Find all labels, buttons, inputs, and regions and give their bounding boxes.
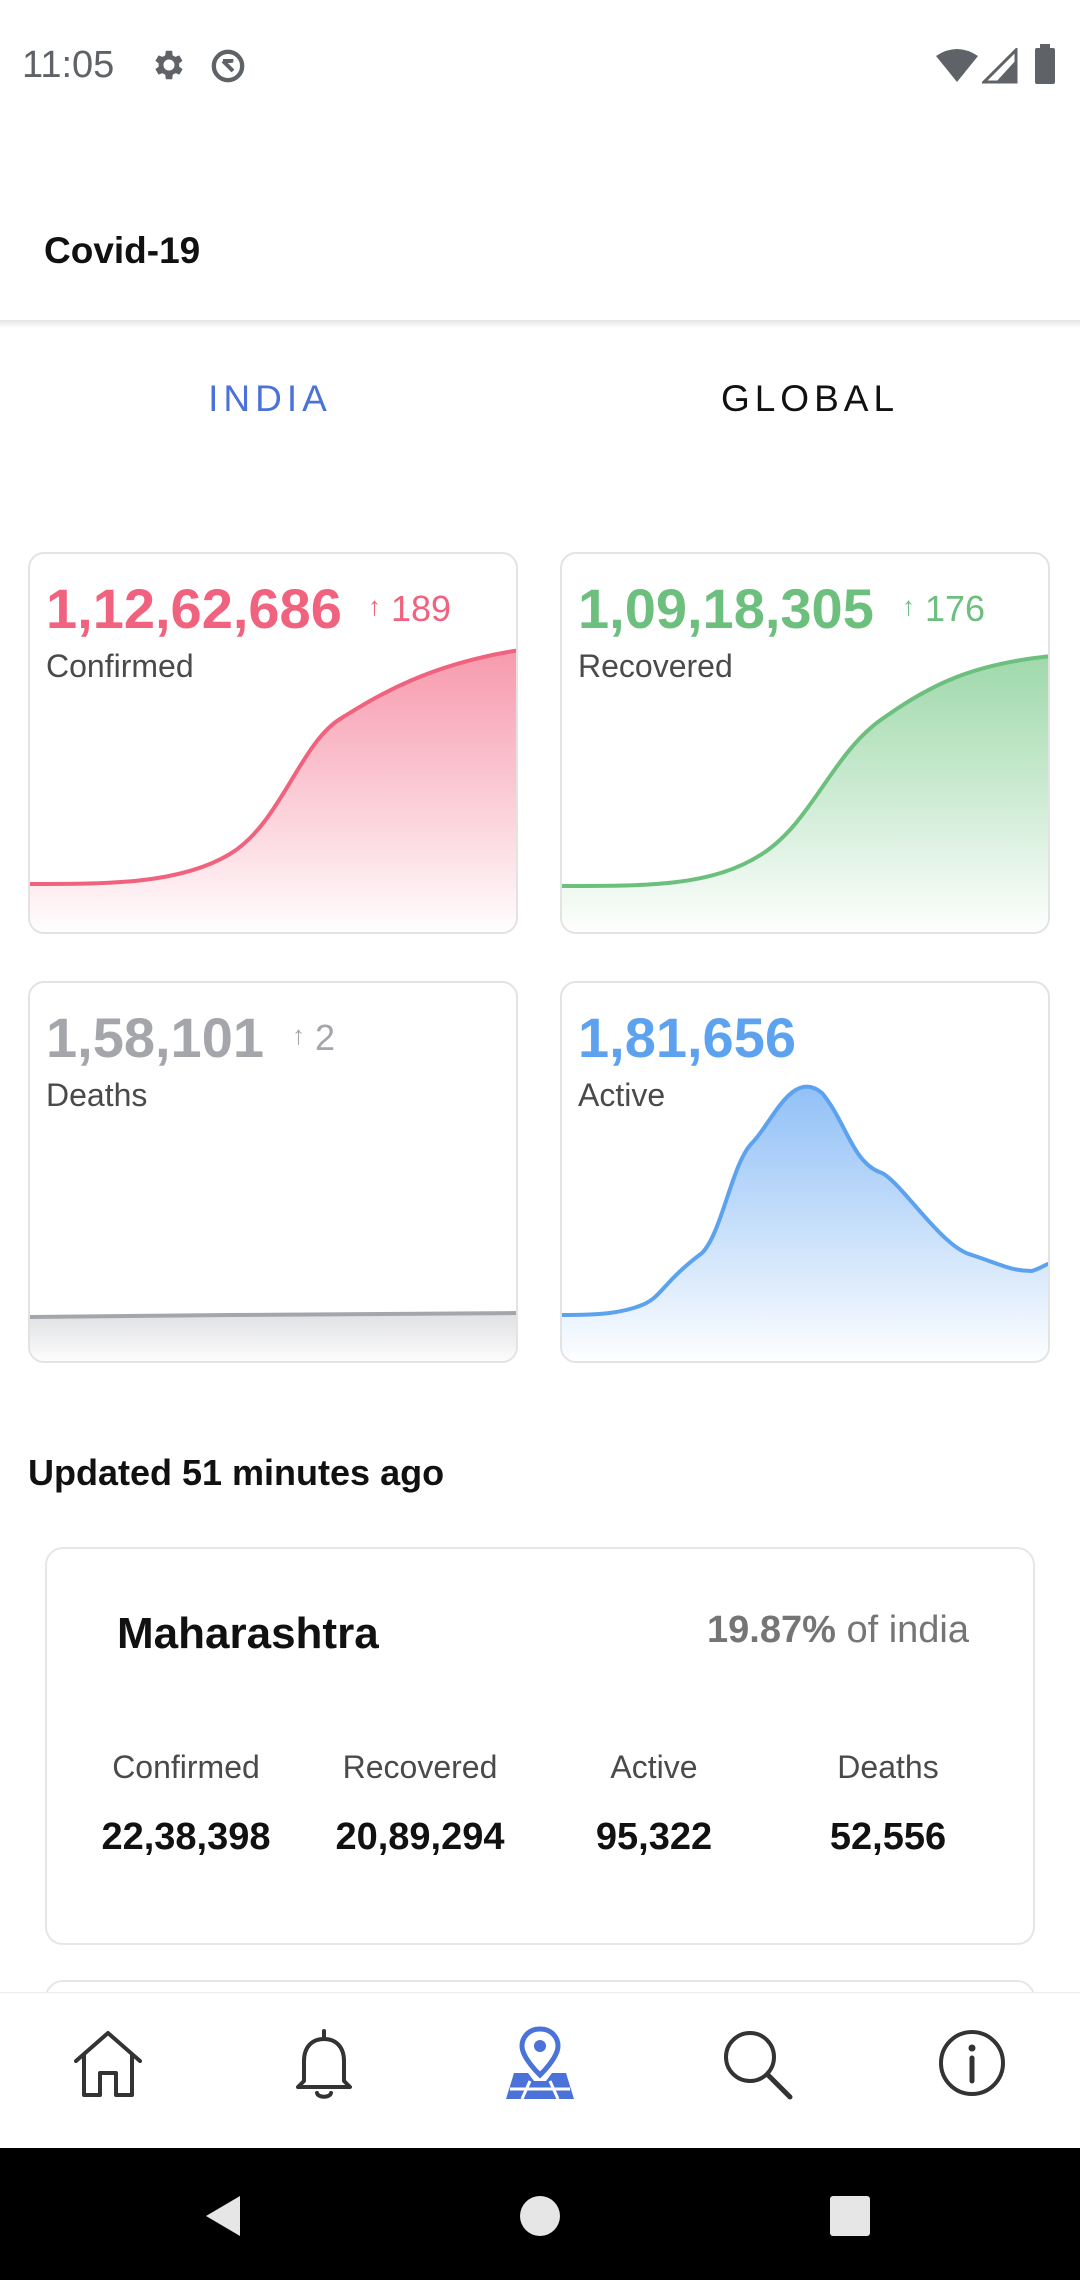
recovered-card[interactable]: 1,09,18,305 ↑ 176 Recovered	[560, 552, 1050, 934]
state-percent-suffix: of india	[835, 1609, 969, 1651]
confirmed-label: Confirmed	[46, 648, 194, 684]
home-icon[interactable]	[68, 2023, 148, 2103]
recovered-delta-value: 176	[925, 588, 986, 629]
status-bar: 11:05	[0, 0, 1080, 132]
recovered-value: 1,09,18,305	[578, 577, 874, 640]
state-stat-value: 22,38,398	[101, 1816, 271, 1858]
confirmed-value: 1,12,62,686	[46, 577, 342, 640]
state-stat-value: 52,556	[829, 1816, 947, 1858]
updated-text: Updated 51 minutes ago	[28, 1452, 445, 1493]
app-bar-divider	[0, 320, 1080, 328]
info-icon[interactable]	[932, 2023, 1012, 2103]
state-stat-value: 95,322	[595, 1816, 713, 1858]
settings-icon	[155, 50, 183, 80]
active-card[interactable]: 1,81,656 Active	[560, 981, 1050, 1363]
arrow-up-icon: ↑	[292, 1020, 305, 1050]
state-stat-label: Deaths	[837, 1749, 939, 1785]
state-percent-value: 19.87%	[707, 1609, 836, 1651]
confirmed-delta: ↑ 189	[368, 588, 451, 630]
wifi-icon	[936, 49, 978, 82]
home-circle-icon[interactable]	[518, 2194, 562, 2238]
recovered-label: Recovered	[578, 648, 733, 684]
deaths-card[interactable]: 1,58,101 ↑ 2 Deaths	[28, 981, 518, 1363]
state-stat-label: Active	[610, 1749, 698, 1785]
back-icon[interactable]	[200, 2192, 248, 2240]
confirmed-card[interactable]: 1,12,62,686 ↑ 189 Confirmed	[28, 552, 518, 934]
active-value: 1,81,656	[578, 1006, 796, 1069]
confirmed-delta-value: 189	[391, 588, 452, 629]
state-card[interactable]: Maharashtra 19.87% of india Confirmed 22…	[45, 1547, 1035, 1945]
system-nav-bar	[0, 2148, 1080, 2280]
signal-icon	[982, 48, 1018, 84]
sync-disabled-icon	[211, 49, 245, 83]
tab-global[interactable]: GLOBAL	[540, 378, 1080, 448]
deaths-label: Deaths	[46, 1077, 148, 1113]
deaths-value: 1,58,101	[46, 1006, 264, 1069]
tab-india[interactable]: INDIA	[0, 378, 540, 448]
battery-icon	[1035, 44, 1055, 84]
arrow-up-icon: ↑	[368, 591, 381, 621]
status-time: 11:05	[22, 44, 115, 86]
recents-icon[interactable]	[828, 2194, 872, 2238]
state-percent: 19.87% of india	[707, 1609, 969, 1652]
state-stat-label: Recovered	[342, 1749, 498, 1785]
active-label: Active	[578, 1077, 666, 1113]
state-stat-value: 20,89,294	[335, 1816, 505, 1858]
state-stat-label: Confirmed	[112, 1749, 260, 1785]
app-bar: Covid-19	[0, 200, 1080, 324]
state-stat-deaths: Deaths 52,556	[771, 1749, 1005, 1859]
search-icon[interactable]	[716, 2023, 796, 2103]
deaths-delta-value: 2	[315, 1017, 336, 1058]
state-stat-confirmed: Confirmed 22,38,398	[69, 1749, 303, 1859]
state-stat-recovered: Recovered 20,89,294	[303, 1749, 537, 1859]
state-stat-active: Active 95,322	[537, 1749, 771, 1859]
map-pin-icon[interactable]	[500, 2023, 580, 2103]
arrow-up-icon: ↑	[902, 591, 915, 621]
app-title: Covid-19	[44, 230, 201, 271]
state-name: Maharashtra	[117, 1609, 379, 1658]
deaths-delta: ↑ 2	[292, 1017, 335, 1059]
bottom-nav	[0, 1992, 1080, 2148]
bell-icon[interactable]	[284, 2023, 364, 2103]
recovered-delta: ↑ 176	[902, 588, 985, 630]
